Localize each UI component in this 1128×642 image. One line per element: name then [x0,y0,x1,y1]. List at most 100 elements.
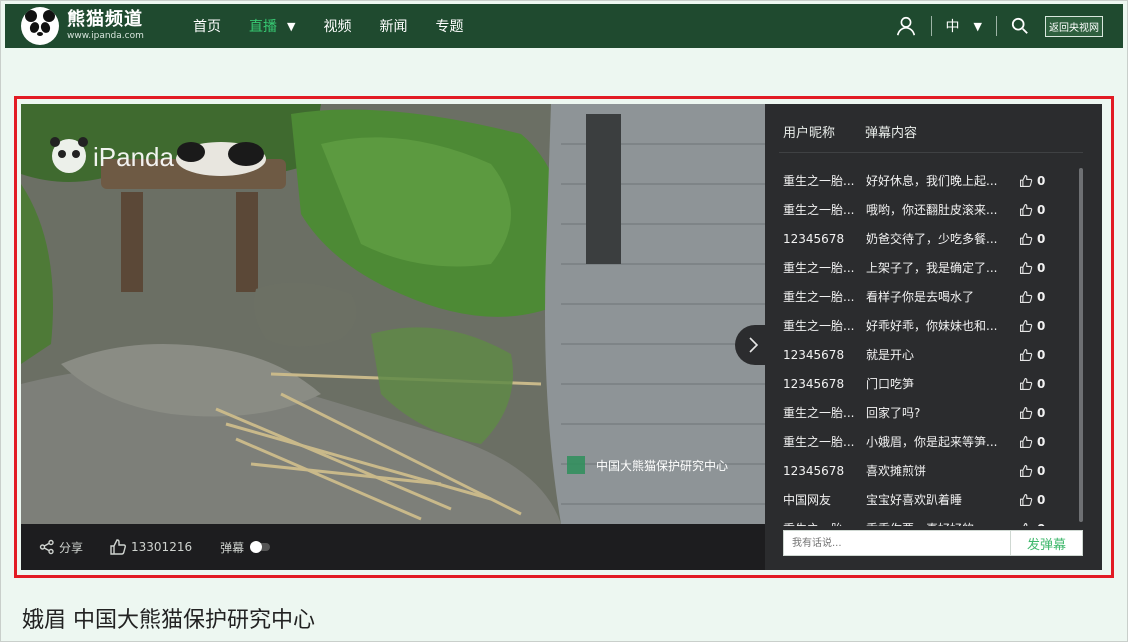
language-select[interactable]: 中 [946,16,960,36]
danmu-user: 12345678 [783,376,845,391]
share-button[interactable]: 分享 [39,539,83,556]
top-nav-bar: 熊猫频道 www.ipanda.com 首页 直播 ▼ 视频 新闻 专题 中 ▼… [5,4,1123,48]
danmu-row: 重生之一胎... 哦哟，你还翻肚皮滚来... 0 [783,195,1073,224]
danmu-message: 喜欢摊煎饼 [866,464,927,478]
danmu-message: 回家了吗? [866,406,921,420]
video-player[interactable]: iPanda 中国大熊猫保护研究中心 分享 13301216 弹幕 [21,104,765,570]
send-danmu-button[interactable]: 发弹幕 [1011,530,1083,556]
danmu-user: 中国网友 [783,493,832,507]
danmu-like-count: 0 [1037,231,1046,246]
danmu-like-count: 0 [1037,463,1046,478]
thumbs-up-icon [1020,348,1033,361]
danmu-like-button[interactable]: 0 [1019,406,1045,420]
danmu-like-button[interactable]: 0 [1019,493,1045,507]
live-video-stream[interactable]: iPanda 中国大熊猫保护研究中心 [21,104,765,524]
danmu-toggle[interactable]: 弹幕 [220,539,271,556]
danmu-like-count: 0 [1037,289,1046,304]
danmu-like-count: 0 [1037,492,1046,507]
like-count: 13301216 [131,540,193,554]
danmu-row: 重生之一胎... 好乖好乖，你妹妹也和... 0 [783,311,1073,340]
danmu-message: 奶爸交待了，少吃多餐... [866,232,998,246]
danmu-user: 重生之一胎... [783,261,855,275]
nav-item-video[interactable]: 视频 [323,16,351,36]
nav-item-news[interactable]: 新闻 [379,16,407,36]
danmu-like-button[interactable]: 0 [1019,203,1045,217]
danmu-label: 弹幕 [220,540,245,555]
danmu-row: 重生之一胎... 看样子你是去喝水了 0 [783,282,1073,311]
danmu-message: 好好休息，我们晚上起... [866,174,998,188]
danmu-message: 就是开心 [866,348,915,362]
danmu-row: 重生之一胎... 小娥眉，你是起来等笋... 0 [783,427,1073,456]
danmu-panel: 用户昵称 弹幕内容 重生之一胎... 好好休息，我们晚上起... 0 重生之一胎...… [765,104,1102,570]
thumbs-up-icon [1020,493,1033,506]
danmu-like-count: 0 [1037,434,1046,449]
danmu-like-button[interactable]: 0 [1019,174,1045,188]
danmu-panel-header: 用户昵称 弹幕内容 [783,122,917,141]
nav-item-home[interactable]: 首页 [193,16,221,36]
danmu-user: 重生之一胎... [783,435,855,449]
danmu-like-count: 0 [1037,405,1046,420]
logo-title: 熊猫频道 [67,9,143,30]
danmu-like-button[interactable]: 0 [1019,348,1045,362]
danmu-like-count: 0 [1037,347,1046,362]
danmu-user: 重生之一胎... [783,290,855,304]
danmu-like-button[interactable]: 0 [1019,261,1045,275]
thumbs-up-icon [1023,522,1028,526]
column-header-user: 用户昵称 [783,126,836,141]
danmu-user: 重生之一胎... [783,203,855,217]
danmu-scrollbar[interactable] [1079,168,1083,522]
thumbs-up-icon [1020,290,1033,303]
thumbs-up-icon [1020,174,1033,187]
search-icon[interactable] [1011,17,1029,35]
back-to-cctv-button[interactable]: 返回央视网 [1045,15,1103,37]
danmu-user: 重生之一胎... [783,406,855,420]
danmu-row: 12345678 门口吃笋 0 [783,369,1073,398]
page-title: 娥眉 中国大熊猫保护研究中心 [22,608,315,633]
danmu-row: 12345678 奶爸交待了，少吃多餐... 0 [783,224,1073,253]
danmu-user: 重生之一胎... [783,520,866,526]
danmu-like-button[interactable]: 0 [1019,522,1045,526]
danmu-like-button[interactable]: 0 [1019,232,1045,246]
danmu-like-button[interactable]: 0 [1019,435,1045,449]
nav-right-tools: 中 ▼ 返回央视网 [895,15,1103,37]
danmu-like-button[interactable]: 0 [1019,290,1045,304]
thumbs-up-icon [110,539,126,555]
thumbs-up-icon [1020,377,1033,390]
danmu-user: 重生之一胎... [783,174,855,188]
panda-logo-icon [21,7,59,45]
danmu-like-button[interactable]: 0 [1019,377,1045,391]
share-icon [39,539,54,555]
danmu-like-button[interactable]: 0 [1019,319,1045,333]
danmu-message: 上架子了，我是确定了... [866,261,998,275]
thumbs-up-icon [1020,232,1033,245]
danmu-message: 看样子你是去喝水了 [866,290,975,304]
danmu-like-count: 0 [1037,173,1046,188]
thumbs-up-icon [1020,406,1033,419]
chevron-down-icon[interactable]: ▼ [287,20,295,33]
danmu-row: 重生之一胎... 上架子了，我是确定了... 0 [783,253,1073,282]
danmu-row: 中国网友 宝宝好喜欢趴着睡 0 [783,485,1073,514]
danmu-message: 乖乖你要，真好好的... [866,520,1019,526]
danmu-row: 12345678 喜欢摊煎饼 0 [783,456,1073,485]
danmu-row: 12345678 就是开心 0 [783,340,1073,369]
video-location-caption: 中国大熊猫保护研究中心 [596,458,728,473]
chevron-down-icon[interactable]: ▼ [974,20,982,33]
site-logo[interactable]: 熊猫频道 www.ipanda.com [21,7,181,45]
danmu-like-count: 0 [1037,376,1046,391]
danmu-input[interactable] [783,530,1011,556]
danmu-message: 门口吃笋 [866,377,915,391]
user-icon[interactable] [895,15,917,37]
thumbs-up-icon [1020,319,1033,332]
toggle-switch[interactable] [250,541,271,553]
danmu-message: 哦哟，你还翻肚皮滚来... [866,203,998,217]
video-watermark: iPanda [93,142,174,172]
logo-url: www.ipanda.com [67,31,144,41]
like-button[interactable]: 13301216 [109,538,192,556]
nav-item-topics[interactable]: 专题 [435,16,463,36]
danmu-like-button[interactable]: 0 [1019,464,1045,478]
danmu-message: 宝宝好喜欢趴着睡 [866,493,963,507]
danmu-row: 重生之一胎...乖乖你要，真好好的... 0 [783,514,1073,526]
danmu-compose: 发弹幕 [783,530,1083,556]
chevron-right-icon [749,337,759,353]
nav-item-live[interactable]: 直播 [249,16,277,36]
